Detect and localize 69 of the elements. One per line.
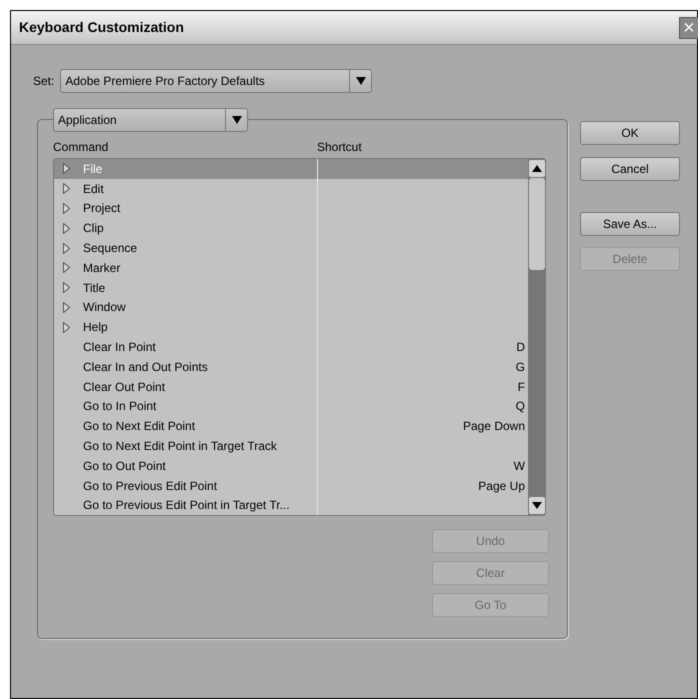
command-row[interactable]: Help [54,317,528,338]
expand-triangle-icon[interactable] [63,222,70,234]
shortcut-key: D [516,340,525,354]
command-row[interactable]: Go to Next Edit Point in Target Track [54,436,528,456]
command-row[interactable]: Go to Next Edit Point Page Down [54,416,528,436]
command-name: Sequence [83,240,138,258]
category-dropdown[interactable]: Application [53,108,248,132]
command-row[interactable]: Go to In Point Q [54,396,528,416]
command-name: Go to Previous Edit Point in Target Tr... [83,497,290,514]
command-name: Window [83,299,126,316]
dialog-button[interactable]: OK [580,121,680,145]
command-row[interactable]: Clear In and Out Points G [54,356,528,377]
command-name: Clear In Point [83,339,156,356]
scroll-down-button[interactable] [528,497,544,514]
command-row[interactable]: Go to Out Point W [54,456,528,476]
scrollbar[interactable] [528,159,545,515]
command-name: Project [83,200,120,218]
command-name: Go to In Point [83,398,156,416]
expand-triangle-icon[interactable] [63,183,70,194]
dialog-button[interactable]: Save As... [580,212,680,236]
command-name: Clear In and Out Points [83,358,208,376]
command-name: Edit [83,180,104,198]
up-arrow-icon [532,165,542,172]
shortcut-key: Page Up [478,478,525,493]
command-row[interactable]: Edit [54,178,528,199]
down-arrow-icon [532,502,542,509]
window-title: Keyboard Customization [19,18,184,37]
expand-triangle-icon[interactable] [63,163,70,174]
dialog-button[interactable]: Cancel [580,157,680,181]
shortcut-key: F [518,380,525,394]
command-row[interactable]: Title [54,278,528,298]
command-name: Clear Out Point [83,378,166,396]
command-row[interactable]: Go to Previous Edit Point Page Up [54,476,528,496]
set-label: Set: [33,73,54,90]
command-row[interactable]: Clip [54,218,528,238]
expand-triangle-icon[interactable] [63,282,70,294]
command-name: Go to Out Point [83,458,166,475]
shortcut-key: Page Down [462,419,525,434]
expand-triangle-icon[interactable] [63,242,70,254]
expand-triangle-icon[interactable] [63,322,70,333]
command-name: Go to Next Edit Point [83,418,196,436]
column-header: Command [53,139,110,156]
scroll-up-button[interactable] [528,160,544,177]
command-row[interactable]: Go to Previous Edit Point in Target Tr... [54,496,528,515]
shortcut-key: G [516,360,525,374]
command-row[interactable]: Sequence [54,238,528,258]
command-name: Clip [83,220,104,238]
command-row[interactable]: Marker [54,258,528,278]
close-button[interactable]: × [679,16,698,38]
command-name: Go to Previous Edit Point [83,478,218,495]
command-row[interactable]: Window [54,298,528,318]
set-dropdown[interactable]: Adobe Premiere Pro Factory Defaults [60,69,372,93]
dropdown-arrow-icon [356,77,366,85]
scroll-thumb[interactable] [528,178,544,270]
column-header: Shortcut [317,139,362,156]
command-name: Title [83,280,106,297]
command-row[interactable]: Clear In Point D [54,337,528,357]
expand-triangle-icon[interactable] [63,202,70,214]
command-name: File [83,160,102,178]
dropdown-arrow-icon [232,116,242,124]
shortcut-key: Q [516,399,525,414]
command-name: Help [83,319,108,336]
expand-triangle-icon[interactable] [63,302,70,313]
expand-triangle-icon[interactable] [63,262,70,274]
shortcut-key: W [514,458,525,473]
command-row[interactable]: Project [54,198,528,218]
command-row[interactable]: Clear Out Point F [54,376,528,397]
command-name: Marker [83,260,120,277]
command-name: Go to Next Edit Point in Target Track [83,438,277,456]
